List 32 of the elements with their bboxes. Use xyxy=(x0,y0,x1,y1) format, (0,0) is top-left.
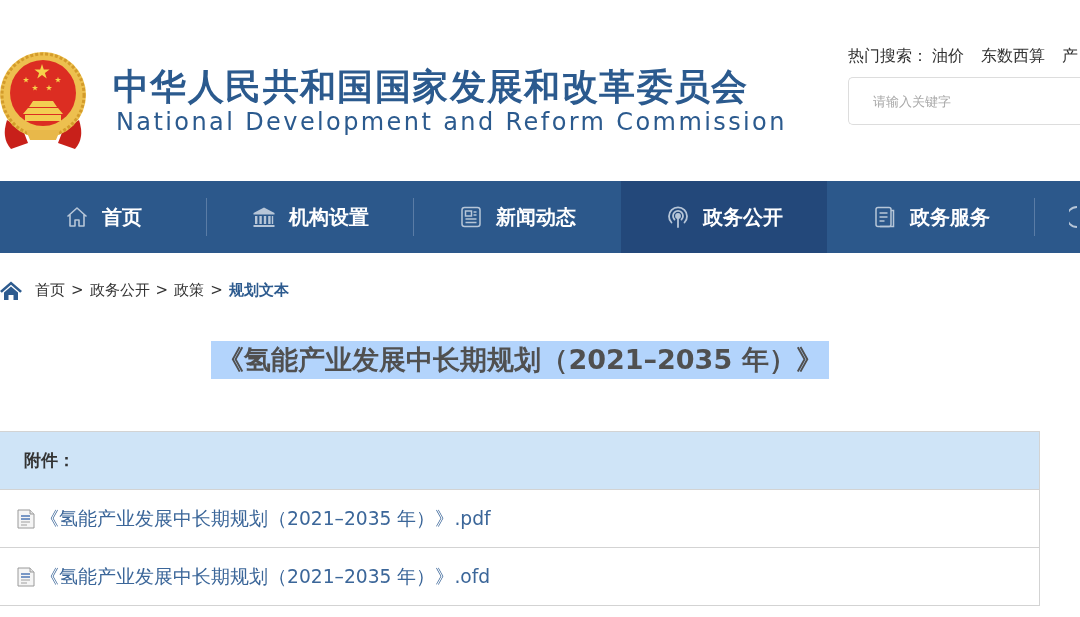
building-icon xyxy=(251,205,276,229)
document-icon xyxy=(872,205,897,229)
file-icon xyxy=(17,566,35,587)
site-subtitle: National Development and Reform Commission xyxy=(116,108,787,136)
breadcrumb-link[interactable]: 首页 xyxy=(35,280,65,300)
site-title: 中华人民共和国国家发展和改革委员会 xyxy=(113,65,750,108)
home-icon xyxy=(64,205,89,229)
breadcrumb-separator: > xyxy=(210,281,223,299)
nav-tab[interactable]: 政务公开 xyxy=(621,181,827,253)
nav-tab[interactable]: 机构设置 xyxy=(207,181,413,253)
home-icon[interactable] xyxy=(0,280,22,300)
breadcrumb-separator: > xyxy=(71,281,84,299)
file-link[interactable]: 《氢能产业发展中长期规划（2021–2035 年）》.ofd xyxy=(40,563,491,590)
newspaper-icon xyxy=(458,205,483,229)
attachments-heading: 附件： xyxy=(24,449,75,472)
nav-tab[interactable]: 新闻动态 xyxy=(414,181,620,253)
hot-search-link[interactable]: 产 xyxy=(1062,45,1078,67)
breadcrumb-separator: > xyxy=(155,281,169,299)
article-title: 《氢能产业发展中长期规划（2021–2035 年）》 xyxy=(211,341,829,379)
nav-tab[interactable]: 政务服务 xyxy=(828,181,1034,253)
broadcast-icon xyxy=(665,205,690,229)
hot-search-link[interactable]: 油价 xyxy=(932,45,964,67)
breadcrumb-link[interactable]: 规划文本 xyxy=(228,280,289,300)
nav-tab[interactable]: 首页 xyxy=(0,181,206,253)
breadcrumb-link[interactable]: 政务公开 xyxy=(89,280,150,300)
hot-search-label: 热门搜索： xyxy=(848,45,928,67)
search-field[interactable]: 请输入关键字 xyxy=(848,77,1080,125)
breadcrumb-link[interactable]: 政策 xyxy=(174,280,205,300)
arc-icon[interactable] xyxy=(1069,206,1077,228)
file-icon xyxy=(17,508,35,529)
hot-search-link[interactable]: 东数西算 xyxy=(981,45,1045,67)
file-link[interactable]: 《氢能产业发展中长期规划（2021–2035 年）》.pdf xyxy=(40,505,491,532)
